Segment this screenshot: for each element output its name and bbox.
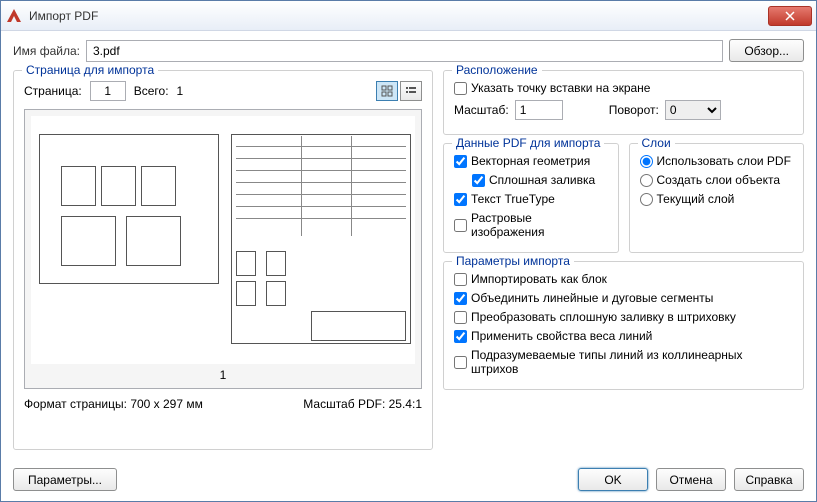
file-row: Имя файла: Обзор... [13, 39, 804, 62]
dialog-content: Имя файла: Обзор... Страница для импорта… [1, 31, 816, 501]
view-toggle [376, 81, 422, 101]
window-title: Импорт PDF [29, 9, 768, 23]
truetype-checkbox[interactable]: Текст TrueType [454, 192, 608, 206]
location-groupbox: Расположение Указать точку вставки на эк… [443, 70, 804, 135]
as-block-checkbox[interactable]: Импортировать как блок [454, 272, 793, 286]
import-options-groupbox: Параметры импорта Импортировать как блок… [443, 261, 804, 390]
solidfill-checkbox[interactable]: Сплошная заливка [472, 173, 608, 187]
close-button[interactable] [768, 6, 812, 26]
footer: Параметры... OK Отмена Справка [13, 462, 804, 501]
lineweight-checkbox[interactable]: Применить свойства веса линий [454, 329, 793, 343]
use-pdf-layers-radio[interactable]: Использовать слои PDF [640, 154, 794, 168]
cancel-button[interactable]: Отмена [656, 468, 726, 491]
scale-label: Масштаб: [454, 103, 509, 117]
layers-groupbox: Слои Использовать слои PDF Создать слои … [629, 143, 805, 253]
preview-pane[interactable]: 1 [24, 109, 422, 389]
browse-button[interactable]: Обзор... [729, 39, 804, 62]
page-format: Формат страницы: 700 x 297 мм [24, 397, 203, 411]
preview-page-number: 1 [31, 364, 415, 382]
raster-checkbox[interactable]: Растровые изображения [454, 211, 608, 239]
dialog-window: Импорт PDF Имя файла: Обзор... Страница … [0, 0, 817, 502]
infer-linetypes-checkbox[interactable]: Подразумеваемые типы линий из коллинеарн… [454, 348, 793, 376]
insert-point-checkbox[interactable]: Указать точку вставки на экране [454, 81, 793, 95]
right-column: Расположение Указать точку вставки на эк… [443, 70, 804, 462]
pdfdata-title: Данные PDF для импорта [452, 136, 604, 150]
filename-input[interactable] [86, 40, 723, 62]
titlebar: Импорт PDF [1, 1, 816, 31]
autocad-icon [5, 7, 23, 25]
total-value: 1 [177, 84, 184, 98]
page-label: Страница: [24, 84, 82, 98]
page-info-row: Формат страницы: 700 x 297 мм Масштаб PD… [24, 397, 422, 411]
pdfdata-layers-row: Данные PDF для импорта Векторная геометр… [443, 143, 804, 261]
filename-label: Имя файла: [13, 44, 80, 58]
thumbnail-icon [381, 85, 393, 97]
ok-button[interactable]: OK [578, 468, 648, 491]
preview-sheet [31, 116, 415, 364]
rotation-label: Поворот: [609, 103, 659, 117]
pdf-scale: Масштаб PDF: 25.4:1 [303, 397, 422, 411]
list-view-button[interactable] [400, 81, 422, 101]
page-groupbox: Страница для импорта Страница: Всего: 1 [13, 70, 433, 450]
rotation-select[interactable]: 0 [665, 100, 721, 120]
thumbnail-view-button[interactable] [376, 81, 398, 101]
list-icon [405, 85, 417, 97]
left-column: Страница для импорта Страница: Всего: 1 [13, 70, 433, 462]
page-input[interactable] [90, 81, 126, 101]
current-layer-radio[interactable]: Текущий слой [640, 192, 794, 206]
import-options-title: Параметры импорта [452, 254, 574, 268]
scale-input[interactable] [515, 100, 563, 120]
location-title: Расположение [452, 63, 542, 77]
vector-checkbox[interactable]: Векторная геометрия [454, 154, 608, 168]
page-row: Страница: Всего: 1 [24, 81, 422, 101]
page-group-title: Страница для импорта [22, 63, 158, 77]
options-button[interactable]: Параметры... [13, 468, 117, 491]
help-button[interactable]: Справка [734, 468, 804, 491]
layers-title: Слои [638, 136, 675, 150]
main-area: Страница для импорта Страница: Всего: 1 [13, 70, 804, 462]
close-icon [785, 11, 795, 21]
convert-fill-checkbox[interactable]: Преобразовать сплошную заливку в штрихов… [454, 310, 793, 324]
join-segments-checkbox[interactable]: Объединить линейные и дуговые сегменты [454, 291, 793, 305]
create-obj-layers-radio[interactable]: Создать слои объекта [640, 173, 794, 187]
scale-rotation-row: Масштаб: Поворот: 0 [454, 100, 793, 120]
pdfdata-groupbox: Данные PDF для импорта Векторная геометр… [443, 143, 619, 253]
total-label: Всего: [134, 84, 169, 98]
